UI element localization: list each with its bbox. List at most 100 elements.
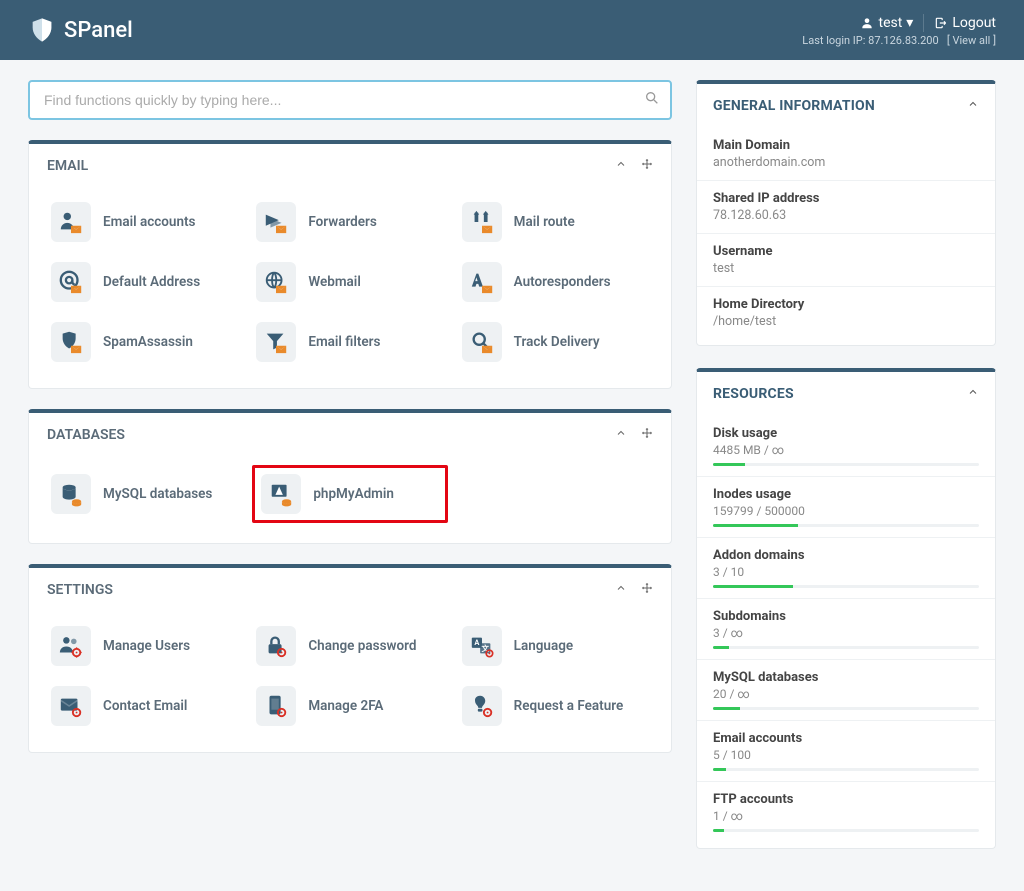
resource-label: FTP accounts <box>713 792 979 807</box>
progress-bar <box>713 463 979 466</box>
separator <box>923 14 924 32</box>
resource-label: Email accounts <box>713 731 979 746</box>
tile-spamassassin[interactable]: SpamAssassin <box>47 316 242 368</box>
move-icon[interactable] <box>641 427 653 443</box>
logout-label: Logout <box>952 15 996 31</box>
tile-label: MySQL databases <box>103 486 212 502</box>
section-settings: SETTINGS Manage UsersChange passwordA文La… <box>28 564 672 753</box>
resource-row: FTP accounts1 / ∞ <box>697 781 995 842</box>
progress-bar <box>713 524 979 527</box>
pma-icon <box>261 474 301 514</box>
tile-mysql-databases[interactable]: MySQL databases <box>47 465 242 523</box>
collapse-icon[interactable] <box>615 582 627 598</box>
shield-icon <box>28 16 56 44</box>
brand-logo[interactable]: SPanel <box>28 16 133 44</box>
tile-label: Manage Users <box>103 638 190 654</box>
lang-icon: A文 <box>462 626 502 666</box>
move-icon[interactable] <box>641 582 653 598</box>
shield-icon <box>51 322 91 362</box>
tile-manage-2fa[interactable]: Manage 2FA <box>252 680 447 732</box>
svg-text:A: A <box>474 638 479 647</box>
topbar: SPanel test ▾ Logout Last login IP: 87.1… <box>0 0 1024 60</box>
resource-value: 3 / ∞ <box>713 626 979 640</box>
info-label: Home Directory <box>713 297 979 312</box>
collapse-icon[interactable] <box>967 98 979 114</box>
tile-label: Email accounts <box>103 214 195 230</box>
tile-phpmyadmin[interactable]: phpMyAdmin <box>252 465 447 523</box>
resource-label: Subdomains <box>713 609 979 624</box>
view-all-link[interactable]: [ View all ] <box>947 34 996 47</box>
tile-request-a-feature[interactable]: Request a Feature <box>458 680 653 732</box>
resource-row: Addon domains 3 / 10 <box>697 537 995 598</box>
resource-value: 20 / ∞ <box>713 687 979 701</box>
panel-title: GENERAL INFORMATION <box>713 98 875 114</box>
brand-name: SPanel <box>64 18 133 43</box>
2fa-icon <box>256 686 296 726</box>
lock-icon <box>256 626 296 666</box>
info-label: Main Domain <box>713 138 979 153</box>
tile-forwarders[interactable]: Forwarders <box>252 196 447 248</box>
resource-row: Inodes usage 159799 / 500000 <box>697 476 995 537</box>
move-icon[interactable] <box>641 158 653 174</box>
tile-manage-users[interactable]: Manage Users <box>47 620 242 672</box>
chevron-down-icon: ▾ <box>906 15 913 31</box>
resource-value: 159799 / 500000 <box>713 504 979 518</box>
tile-label: Email filters <box>308 334 380 350</box>
users-icon <box>51 626 91 666</box>
collapse-icon[interactable] <box>967 386 979 402</box>
tile-label: phpMyAdmin <box>313 486 394 502</box>
tile-change-password[interactable]: Change password <box>252 620 447 672</box>
resource-row: MySQL databases 20 / ∞ <box>697 659 995 720</box>
collapse-icon[interactable] <box>615 427 627 443</box>
tile-label: Track Delivery <box>514 334 600 350</box>
info-row: Home Directory/home/test <box>697 286 995 339</box>
resource-label: Addon domains <box>713 548 979 563</box>
tile-webmail[interactable]: Webmail <box>252 256 447 308</box>
tile-label: Manage 2FA <box>308 698 383 714</box>
resource-label: Disk usage <box>713 426 979 441</box>
info-value: anotherdomain.com <box>713 155 979 170</box>
tile-track-delivery[interactable]: Track Delivery <box>458 316 653 368</box>
info-row: Usernametest <box>697 233 995 286</box>
user-dropdown[interactable]: test ▾ <box>860 15 913 31</box>
user-name: test <box>878 15 902 31</box>
tile-label: Webmail <box>308 274 361 290</box>
tile-mail-route[interactable]: Mail route <box>458 196 653 248</box>
tile-language[interactable]: A文Language <box>458 620 653 672</box>
section-title: EMAIL <box>47 158 88 174</box>
resource-value: 4485 MB / ∞ <box>713 443 979 457</box>
section-title: DATABASES <box>47 427 125 443</box>
tile-default-address[interactable]: Default Address <box>47 256 242 308</box>
progress-bar <box>713 768 979 771</box>
resource-label: MySQL databases <box>713 670 979 685</box>
collapse-icon[interactable] <box>615 158 627 174</box>
info-value: 78.128.60.63 <box>713 208 979 223</box>
progress-bar <box>713 646 979 649</box>
resource-row: Email accounts5 / 100 <box>697 720 995 781</box>
tile-email-accounts[interactable]: Email accounts <box>47 196 242 248</box>
resource-label: Inodes usage <box>713 487 979 502</box>
at-icon <box>51 262 91 302</box>
auto-icon <box>462 262 502 302</box>
tile-email-filters[interactable]: Email filters <box>252 316 447 368</box>
info-label: Shared IP address <box>713 191 979 206</box>
db-icon <box>51 474 91 514</box>
resource-row: Disk usage 4485 MB / ∞ <box>697 416 995 476</box>
logout-icon <box>934 16 948 30</box>
info-value: test <box>713 261 979 276</box>
progress-bar <box>713 829 979 832</box>
logout-button[interactable]: Logout <box>934 15 996 31</box>
info-row: Main Domain anotherdomain.com <box>697 128 995 180</box>
section-email: EMAIL Email accounts Forwarders Mail route… <box>28 140 672 389</box>
search-input[interactable] <box>28 80 672 120</box>
tile-label: Forwarders <box>308 214 377 230</box>
tile-label: Mail route <box>514 214 575 230</box>
tile-autoresponders[interactable]: Autoresponders <box>458 256 653 308</box>
user-mail-icon <box>51 202 91 242</box>
resource-value: 3 / 10 <box>713 565 979 579</box>
search-box <box>28 80 672 120</box>
user-icon <box>860 16 874 30</box>
tile-contact-email[interactable]: Contact Email <box>47 680 242 732</box>
last-login: Last login IP: 87.126.83.200 [ View all … <box>802 34 996 47</box>
tile-label: Contact Email <box>103 698 187 714</box>
